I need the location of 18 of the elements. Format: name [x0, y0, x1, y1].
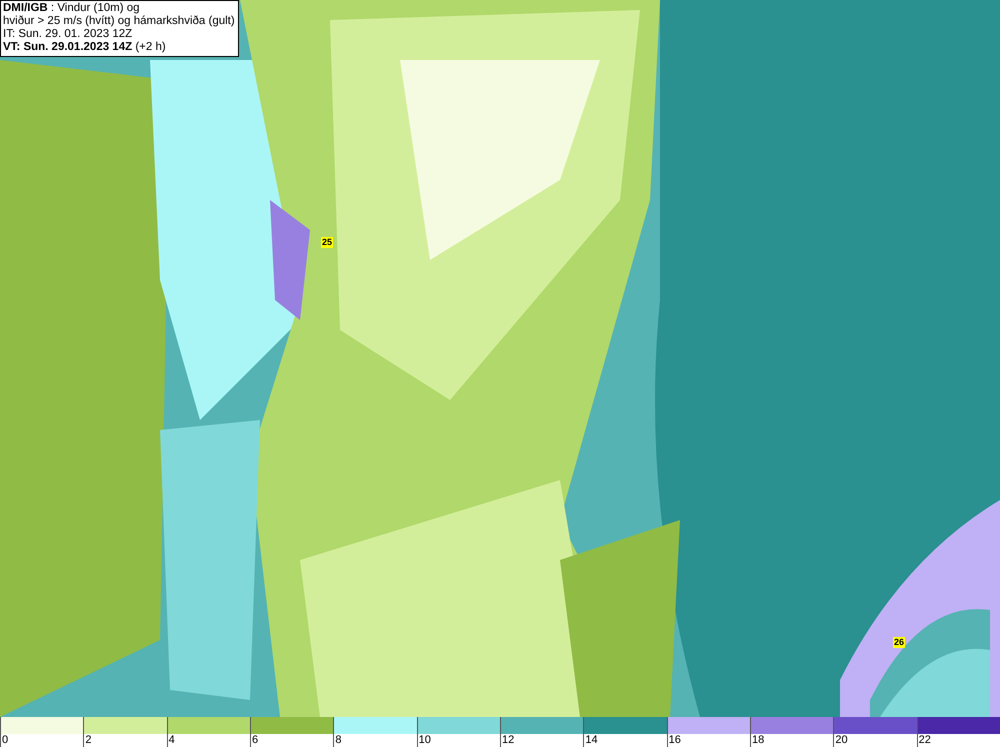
legend-tick-label: 0: [1, 734, 8, 747]
legend-tick-label: 2: [84, 734, 92, 747]
info-text: VT: Sun. 29.01.2023 14Z (+2 h): [3, 41, 167, 54]
legend-tick-label: 4: [168, 734, 175, 747]
gust-value-label: 26: [893, 637, 906, 648]
legend-tick-label: 20: [834, 734, 848, 747]
gust-value-label: 25: [321, 237, 334, 248]
legend-tick-label: 10: [418, 734, 431, 747]
legend-tick-label: 18: [751, 734, 764, 747]
info-text: hviður > 25 m/s (hvítt) og hámarkshviða (gult): [3, 15, 235, 28]
info-text: IT: Sun. 29. 01. 2023 12Z: [3, 28, 134, 41]
legend-tick-label: 8: [334, 734, 342, 747]
legend-tick-label: 22: [918, 734, 931, 747]
legend-tick-label: 6: [251, 734, 258, 747]
info-text: DMI/IGB : Vindur (10m) og: [3, 2, 141, 15]
legend-tick-label: 16: [668, 734, 681, 747]
legend-tick-label: 14: [584, 734, 598, 747]
legend-tick-label: 12: [501, 734, 514, 747]
